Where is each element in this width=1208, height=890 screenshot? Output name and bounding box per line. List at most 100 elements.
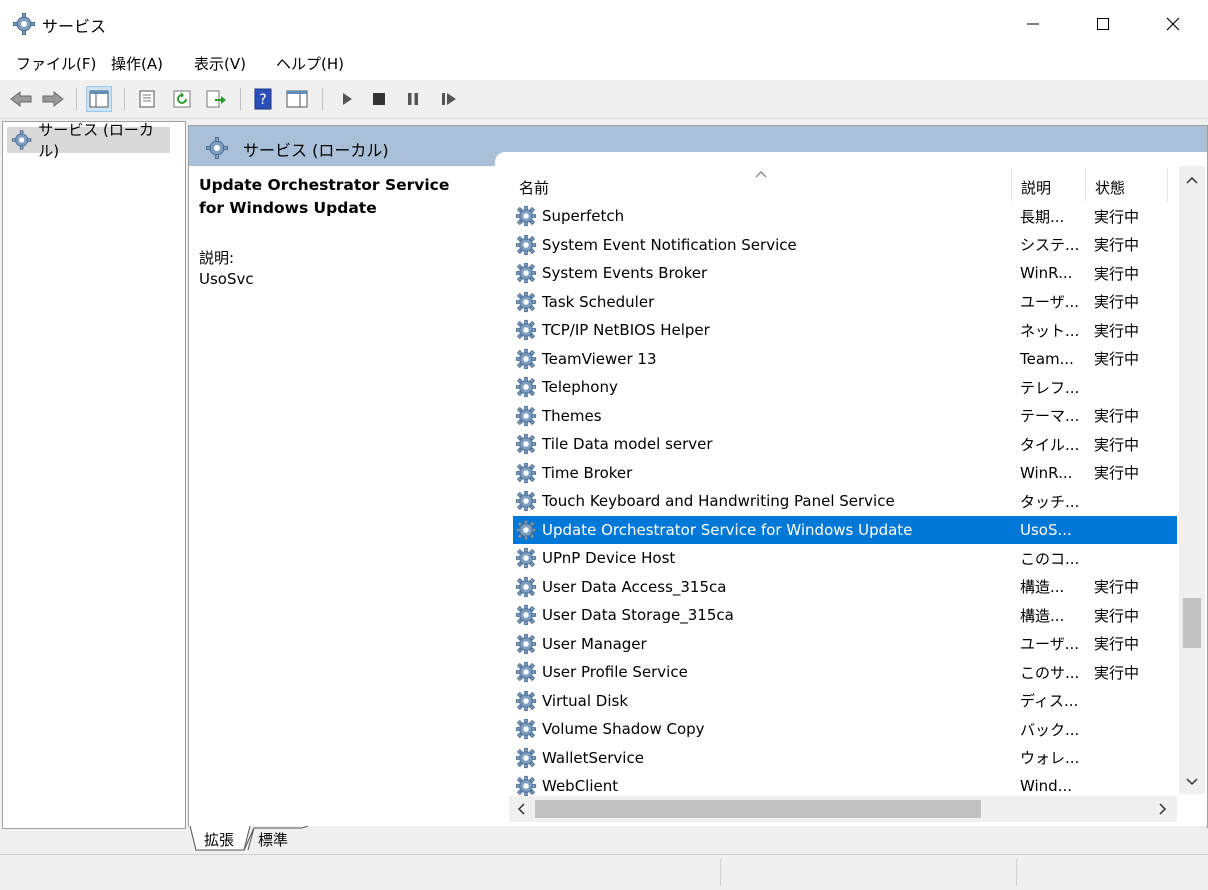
service-gear-icon — [515, 348, 537, 369]
tab-standard[interactable]: 標準 — [258, 829, 288, 850]
table-row[interactable]: Time Broker WinR... 実行中 — [513, 459, 1177, 488]
table-row-selected[interactable]: Update Orchestrator Service for Windows … — [513, 515, 1177, 544]
service-gear-icon — [515, 662, 537, 683]
horizontal-scroll-thumb[interactable] — [535, 800, 981, 818]
table-row[interactable]: Tile Data model server タイル... 実行中 — [513, 430, 1177, 459]
table-row[interactable]: Virtual Disk ディス... — [513, 687, 1177, 716]
column-header-description[interactable]: 説明 — [1021, 166, 1085, 202]
service-description: タイル... — [1020, 435, 1080, 454]
pause-service-button[interactable] — [400, 86, 426, 112]
service-gear-icon — [515, 605, 537, 626]
close-icon — [1166, 17, 1180, 31]
service-status: 実行中 — [1094, 635, 1140, 654]
vertical-scroll-thumb[interactable] — [1183, 598, 1201, 648]
scroll-up-icon[interactable] — [1186, 176, 1198, 184]
service-name: Tile Data model server — [542, 435, 713, 454]
service-description: 長期... — [1020, 207, 1065, 226]
service-status: 実行中 — [1094, 435, 1140, 454]
table-row[interactable]: System Event Notification Service システ... 実… — [513, 231, 1177, 260]
minimize-button[interactable] — [998, 0, 1068, 48]
stop-service-button[interactable] — [366, 86, 392, 112]
service-description: Wind... — [1020, 777, 1073, 796]
service-description: このコ... — [1020, 549, 1080, 568]
service-name: Touch Keyboard and Handwriting Panel Ser… — [542, 492, 895, 511]
service-status: 実行中 — [1094, 578, 1140, 597]
service-name: Volume Shadow Copy — [542, 720, 705, 739]
table-row[interactable]: User Data Storage_315ca 構造... 実行中 — [513, 601, 1177, 630]
tree-item-services-local[interactable]: サービス (ローカル) — [7, 121, 170, 160]
service-gear-icon — [515, 206, 537, 227]
service-description: バック... — [1020, 720, 1080, 739]
action-pane-button[interactable] — [284, 86, 310, 112]
menu-help[interactable]: ヘルプ(H) — [276, 53, 344, 74]
table-row[interactable]: User Manager ユーザ... 実行中 — [513, 630, 1177, 659]
table-row[interactable]: Themes テーマ... 実行中 — [513, 402, 1177, 431]
scroll-left-icon[interactable] — [517, 803, 525, 815]
service-description: 構造... — [1020, 606, 1065, 625]
description-label: 説明: — [199, 249, 235, 267]
column-separator[interactable] — [1085, 168, 1086, 202]
table-row[interactable]: UPnP Device Host このコ... — [513, 544, 1177, 573]
service-name: Virtual Disk — [542, 691, 629, 710]
table-row[interactable]: TCP/IP NetBIOS Helper ネット... 実行中 — [513, 316, 1177, 345]
menu-file[interactable]: ファイル(F) — [16, 53, 96, 74]
service-gear-icon — [515, 434, 537, 455]
table-row[interactable]: Superfetch 長期... 実行中 — [513, 202, 1177, 231]
column-separator[interactable] — [1011, 168, 1012, 202]
service-name: Update Orchestrator Service for Windows … — [542, 520, 913, 539]
menu-action[interactable]: 操作(A) — [111, 53, 163, 74]
maximize-button[interactable] — [1068, 0, 1138, 48]
menu-view[interactable]: 表示(V) — [194, 53, 246, 74]
svg-text:?: ? — [259, 92, 266, 108]
forward-button[interactable] — [40, 86, 66, 112]
scroll-down-icon[interactable] — [1186, 778, 1198, 786]
table-row[interactable]: WalletService ウォレ... — [513, 744, 1177, 773]
show-tree-button[interactable] — [86, 86, 112, 112]
back-button[interactable] — [8, 86, 34, 112]
close-button[interactable] — [1138, 0, 1208, 48]
refresh-icon — [173, 90, 191, 108]
vertical-scrollbar[interactable] — [1179, 166, 1205, 794]
service-status: 実行中 — [1094, 350, 1140, 369]
service-gear-icon — [515, 491, 537, 512]
refresh-button[interactable] — [169, 86, 195, 112]
description-value: UsoSvc — [199, 270, 254, 288]
table-row[interactable]: User Data Access_315ca 構造... 実行中 — [513, 573, 1177, 602]
service-status: 実行中 — [1094, 293, 1140, 312]
start-service-button[interactable] — [334, 86, 360, 112]
export-list-button[interactable] — [203, 86, 229, 112]
table-row[interactable]: Task Scheduler ユーザ... 実行中 — [513, 288, 1177, 317]
column-name-label: 名前 — [519, 179, 550, 197]
service-status: 実行中 — [1094, 663, 1140, 682]
tab-extended[interactable]: 拡張 — [204, 829, 234, 850]
scroll-right-icon[interactable] — [1159, 803, 1167, 815]
table-row[interactable]: Touch Keyboard and Handwriting Panel Ser… — [513, 487, 1177, 516]
restart-service-button[interactable] — [436, 86, 462, 112]
service-status: 実行中 — [1094, 236, 1140, 255]
service-name: User Data Storage_315ca — [542, 606, 734, 625]
pane-header-curve — [495, 152, 1207, 166]
help-icon: ? — [254, 88, 272, 110]
service-gear-icon — [515, 719, 537, 740]
table-row[interactable]: Telephony テレフ... — [513, 373, 1177, 402]
column-header-status[interactable]: 状態 — [1095, 166, 1155, 202]
table-row[interactable]: System Events Broker WinR... 実行中 — [513, 259, 1177, 288]
table-row[interactable]: TeamViewer 13 Team... 実行中 — [513, 345, 1177, 374]
pane-header: サービス (ローカル) — [189, 126, 1207, 166]
horizontal-scrollbar[interactable] — [509, 796, 1177, 822]
properties-button[interactable] — [134, 86, 160, 112]
service-gear-icon — [515, 747, 537, 768]
service-status: 実行中 — [1094, 464, 1140, 483]
table-row[interactable]: Volume Shadow Copy バック... — [513, 715, 1177, 744]
table-row[interactable]: User Profile Service このサ... 実行中 — [513, 658, 1177, 687]
help-button[interactable]: ? — [250, 86, 276, 112]
column-separator[interactable] — [1167, 168, 1168, 202]
service-description: テーマ... — [1020, 407, 1080, 426]
service-name: WalletService — [542, 748, 644, 767]
status-bar — [0, 854, 1208, 890]
services-list: 名前 説明 状態 Superfetch 長期... 実行中 System Event… — [509, 166, 1177, 797]
console-tree-icon — [89, 90, 109, 108]
service-name: UPnP Device Host — [542, 549, 676, 568]
service-name: Themes — [542, 406, 602, 425]
menu-bar: ファイル(F) 操作(A) 表示(V) ヘルプ(H) — [0, 48, 1208, 80]
